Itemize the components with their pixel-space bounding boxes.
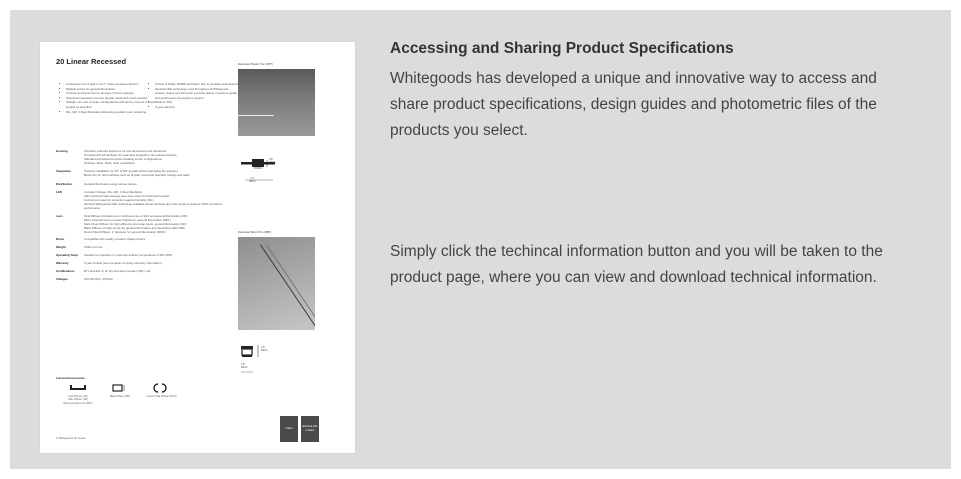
dim1-bottom-label: 1.4" 36mm xyxy=(249,177,256,183)
instructions-paragraph: Simply click the techincal information b… xyxy=(390,243,883,286)
spec-row: Distribution General illumination using v… xyxy=(56,183,236,187)
spec-row: Warranty 5 year Limited (see complete com… xyxy=(56,261,236,266)
spec-label: LED xyxy=(56,190,62,195)
spec-row: Voltages 24V DC/VAC, 347VAC xyxy=(56,276,236,282)
sheet-title: 20 Linear Recessed xyxy=(56,57,127,66)
spec-label: Operating Temp xyxy=(56,253,78,258)
spec-label: Housing xyxy=(56,149,68,153)
dim1-top-label: 0.8" 20mm xyxy=(269,158,276,164)
lens-item: Black Diffuser (BD) xyxy=(102,382,138,398)
lens-caption: Black Diffuser (BD) xyxy=(109,395,131,399)
round-lens-icon xyxy=(153,383,167,393)
spec-label: Warranty xyxy=(56,261,69,266)
spec-value: 0.9lbs per foot xyxy=(84,245,103,250)
spec-row: Integration Trimless installation for 1/2… xyxy=(56,168,236,178)
photo2-caption: Recessed Bezel Trim (RBT) xyxy=(238,231,272,234)
dim2-top-label: 2.6" 66mm xyxy=(241,363,248,369)
spec-value: 5 year Limited (see complete company war… xyxy=(84,261,162,266)
bullet: Identical LED technology used throughout… xyxy=(148,87,239,101)
lens-item: Round Opal Diffuser (ROD) xyxy=(140,382,184,398)
plaster-trim-photo xyxy=(238,69,315,136)
spec-label: Certifications xyxy=(56,269,75,274)
spec-label: Lens xyxy=(56,213,63,218)
light-line-shadow xyxy=(266,244,315,330)
spec-row: Housing Precision extruded aluminum for t… xyxy=(56,149,236,166)
spec-value: Constant Voltage, 90+ CRI, 3-Step MacAda… xyxy=(84,190,223,210)
spec-value: Trimless installation for 1/2" & 5/8" dr… xyxy=(84,168,190,177)
bullet: Straight runs and complex configurations… xyxy=(59,100,158,109)
spec-label: Distribution xyxy=(56,182,73,187)
bezel-trim-photo xyxy=(238,237,315,330)
spec-value: General illumination using various lense… xyxy=(84,182,137,187)
intro-paragraph: Whitegoods has developed a unique and in… xyxy=(390,70,877,139)
spec-label: Integration xyxy=(56,168,71,173)
opal-lens-icon xyxy=(70,385,86,390)
spec-row: Certifications ETL and ETL-C for dry and … xyxy=(56,269,236,274)
spec-label: Voltages xyxy=(56,276,68,281)
spec-row: Operating Temp Suitable for operation in … xyxy=(56,253,236,258)
spec-value: Compatible with quality constant voltage… xyxy=(84,237,146,242)
index-button[interactable]: index xyxy=(280,416,298,442)
bullets-left: Continuous line of light in a 0.7" wide … xyxy=(58,82,158,114)
bullet: 5 year warranty. xyxy=(148,105,239,110)
spec-label: Weight xyxy=(56,245,66,250)
spec-row: Lens Opal Diffuser provides even continuo… xyxy=(56,213,236,235)
spec-value: ETL and ETL-C for dry and damp location … xyxy=(84,269,151,274)
spec-row: Weight 0.9lbs per foot xyxy=(56,245,236,250)
sheet-footer: 1 Whitegoods 20 Linear xyxy=(56,436,86,440)
spec-value: 24V DC/VAC, 347VAC xyxy=(84,276,113,281)
lens-caption: Round Opal Diffuser (ROD) xyxy=(147,395,177,399)
spec-table: Housing Precision extruded aluminum for t… xyxy=(56,149,236,282)
spec-row: Driver Compatible with quality constant v… xyxy=(56,238,236,242)
spec-label: Driver xyxy=(56,237,65,242)
bullets-right: Choice of White, RGBW and Warm Dim to em… xyxy=(147,82,239,110)
spec-value: Opal Diffuser provides even continuous l… xyxy=(84,213,188,234)
section-heading: Accessing and Sharing Product Specificat… xyxy=(390,40,734,57)
lens-caption: Opal Diffuser (OD) Satin Diffuser (SD) M… xyxy=(63,395,93,405)
spec-value: Suitable for operation in maximum ambien… xyxy=(84,253,173,258)
lenses-title: Lenses/Accessories xyxy=(56,376,85,380)
dim2-side-label: 1.8" 45mm xyxy=(261,346,268,352)
lens-item: Opal Diffuser (OD) Satin Diffuser (SD) M… xyxy=(58,382,98,405)
spec-row: LED Constant Voltage, 90+ CRI, 3-Step Mac… xyxy=(56,190,236,211)
black-lens-icon xyxy=(112,384,125,392)
light-line xyxy=(260,244,315,330)
spec-sheet-preview: 20 Linear Recessed Continuous line of li… xyxy=(40,42,355,453)
bullet: 90+ CRI, 3-Step MacAdam delivering excel… xyxy=(59,110,158,115)
spec-value: Precision extruded aluminum for true dim… xyxy=(84,149,177,165)
photo1-caption: Recessed Plaster Trim (RPT) xyxy=(238,63,273,66)
technical-information-button[interactable]: technical info-rmation xyxy=(301,416,319,442)
